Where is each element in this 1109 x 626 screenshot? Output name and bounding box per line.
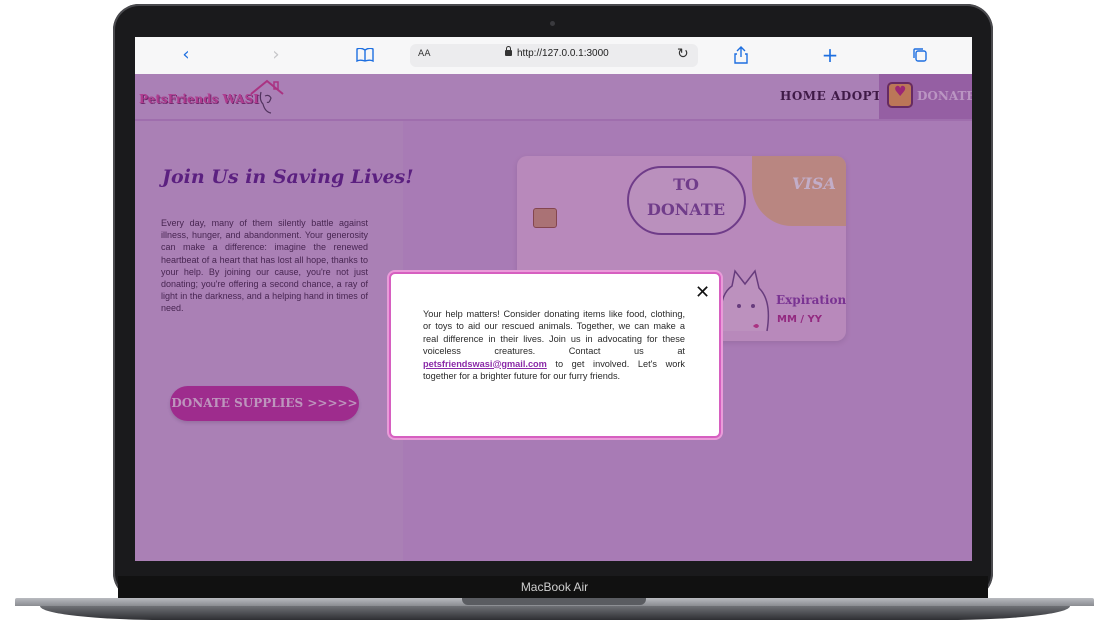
- reload-icon[interactable]: ↻: [677, 46, 689, 62]
- laptop-notch: [462, 598, 646, 605]
- modal-message: Your help matters! Consider donating ite…: [423, 308, 685, 382]
- reader-aa-button[interactable]: AA: [418, 49, 431, 59]
- info-modal: ✕ Your help matters! Consider donating i…: [389, 272, 721, 438]
- lock-icon: [505, 46, 512, 56]
- contact-email-link[interactable]: petsfriendswasi@gmail.com: [423, 359, 547, 369]
- modal-text-before: Your help matters! Consider donating ite…: [423, 309, 685, 357]
- close-icon[interactable]: ✕: [695, 284, 710, 302]
- device-label: MacBook Air: [520, 580, 589, 594]
- back-icon[interactable]: ‹: [173, 43, 199, 67]
- bookmarks-icon[interactable]: [352, 43, 378, 67]
- web-page: PetsFriends WASI HOME ADOPT DONATE Join …: [135, 74, 972, 561]
- forward-icon[interactable]: ›: [263, 43, 289, 67]
- tabs-overview-icon[interactable]: [907, 43, 933, 67]
- screen: ‹ › AA http://127.0.0.1:3000 ↻ + PetsFri…: [135, 37, 972, 561]
- new-tab-icon[interactable]: +: [817, 43, 843, 67]
- share-icon[interactable]: [728, 43, 754, 67]
- url-text[interactable]: http://127.0.0.1:3000: [517, 48, 609, 59]
- laptop-base-lip: [40, 606, 1070, 620]
- camera-dot: [550, 21, 555, 26]
- browser-toolbar: ‹ › AA http://127.0.0.1:3000 ↻ +: [135, 37, 972, 75]
